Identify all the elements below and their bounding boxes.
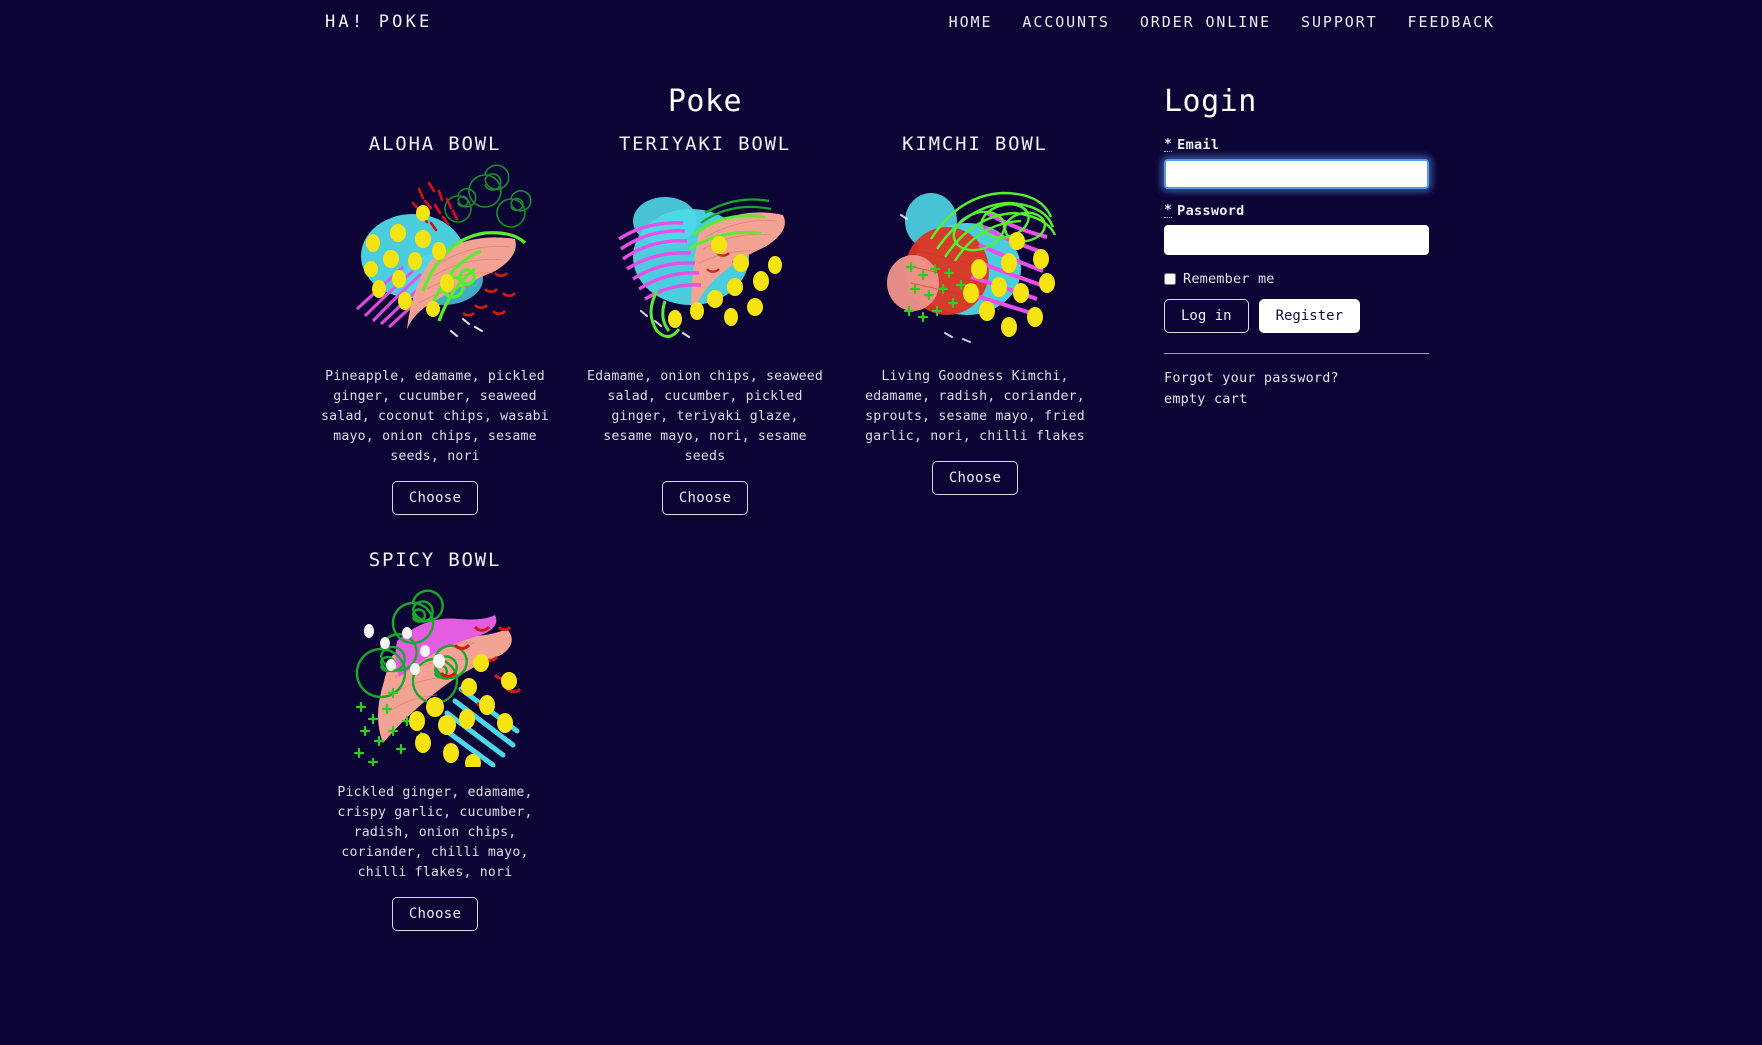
bowl-card-teriyaki: TERIYAKI BOWL Edamame, onion chips, seaw… [570, 133, 840, 515]
remember-me-checkbox[interactable] [1164, 273, 1176, 285]
register-button[interactable]: Register [1258, 299, 1361, 333]
email-field-group: * Email [1164, 137, 1429, 189]
login-button-row: Log in Register [1164, 299, 1429, 333]
page-body: Poke ALOHA BOWL Pineapple, edamame, pick… [0, 44, 1762, 965]
nav-item-order-online[interactable]: ORDER ONLINE [1140, 13, 1271, 31]
password-label: * Password [1164, 203, 1429, 219]
remember-me-label[interactable]: Remember me [1183, 271, 1275, 287]
email-input[interactable] [1164, 159, 1429, 189]
choose-button-aloha[interactable]: Choose [391, 481, 479, 515]
bowl-title: SPICY BOWL [368, 549, 502, 571]
login-panel: Login * Email * Password Remember me Log… [1164, 44, 1429, 965]
bowl-card-spicy: SPICY BOWL Pickled ginger, edamame, cris… [300, 549, 570, 931]
top-navbar: HA! POKE HOME ACCOUNTS ORDER ONLINE SUPP… [0, 0, 1762, 44]
menu-section: Poke ALOHA BOWL Pineapple, edamame, pick… [0, 44, 1140, 965]
bowl-grid: ALOHA BOWL Pineapple, edamame, pickled g… [300, 133, 1110, 965]
bowl-description: Living Goodness Kimchi, edamame, radish,… [865, 369, 1085, 444]
password-input[interactable] [1164, 225, 1429, 255]
nav-item-accounts[interactable]: ACCOUNTS [1022, 13, 1109, 31]
spicy-bowl-illustration [353, 589, 522, 767]
teriyaki-bowl-illustration [618, 197, 785, 338]
nav-item-feedback[interactable]: FEEDBACK [1408, 13, 1495, 31]
kimchi-bowl-illustration [887, 191, 1057, 343]
password-field-group: * Password [1164, 203, 1429, 255]
nav-item-home[interactable]: HOME [949, 13, 993, 31]
bowl-card-aloha: ALOHA BOWL Pineapple, edamame, pickled g… [300, 133, 570, 515]
bowl-card-kimchi: KIMCHI BOWL Living Goodness Kimchi, edam… [840, 133, 1110, 515]
forgot-password-link[interactable]: Forgot your password? [1164, 368, 1429, 389]
aloha-bowl-illustration [355, 164, 532, 337]
password-label-text: Password [1177, 203, 1245, 219]
main-navigation: HOME ACCOUNTS ORDER ONLINE SUPPORT FEEDB… [949, 13, 1495, 31]
required-marker-icon: * [1164, 202, 1173, 218]
site-logo[interactable]: HA! POKE [325, 12, 432, 32]
choose-button-teriyaki[interactable]: Choose [661, 481, 749, 515]
bowl-description: Edamame, onion chips, seaweed salad, cuc… [586, 369, 824, 464]
panel-divider [1164, 353, 1429, 354]
bowl-description: Pickled ginger, edamame, crispy garlic, … [337, 785, 533, 880]
nav-item-support[interactable]: SUPPORT [1301, 13, 1378, 31]
bowl-description: Pineapple, edamame, pickled ginger, cucu… [321, 369, 549, 464]
choose-button-kimchi[interactable]: Choose [931, 461, 1019, 495]
choose-button-spicy[interactable]: Choose [391, 897, 479, 931]
email-label: * Email [1164, 137, 1429, 153]
bowl-title: TERIYAKI BOWL [618, 133, 792, 155]
email-label-text: Email [1177, 137, 1220, 153]
required-marker-icon: * [1164, 136, 1173, 152]
login-button[interactable]: Log in [1164, 299, 1249, 333]
page-title: Poke [667, 84, 743, 119]
remember-me-row: Remember me [1164, 271, 1429, 287]
bowl-title: ALOHA BOWL [368, 133, 502, 155]
bowl-title: KIMCHI BOWL [902, 133, 1048, 155]
login-title: Login [1164, 84, 1257, 119]
empty-cart-link[interactable]: empty cart [1164, 389, 1429, 410]
